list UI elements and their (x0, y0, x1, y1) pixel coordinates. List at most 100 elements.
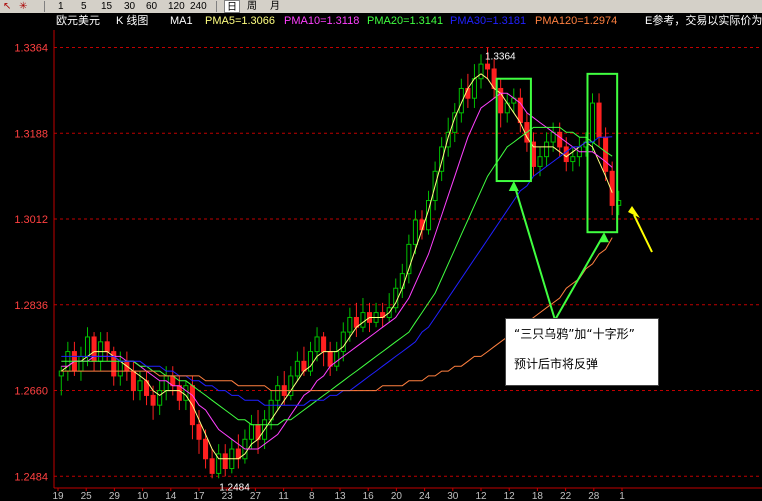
candle-body (412, 219, 418, 245)
high-price-label: 1.3364 (485, 52, 516, 63)
candle-body (360, 312, 366, 328)
x-tick-label: 29 (109, 491, 121, 501)
cursor-icon[interactable]: ↖ (3, 0, 11, 13)
pma120-value: PMA120=1.2974 (535, 15, 618, 27)
x-tick-label: 14 (165, 491, 177, 501)
x-tick-label: 11 (278, 491, 289, 501)
candle-body (307, 351, 314, 372)
candle-body (137, 380, 143, 392)
x-tick-label: 28 (588, 491, 600, 501)
candle-body (130, 370, 136, 392)
x-tick-label: 12 (475, 491, 487, 501)
x-tick-label: 18 (532, 491, 544, 501)
arrowhead-1 (508, 181, 519, 192)
candle-body (84, 336, 91, 357)
candle-body (347, 316, 353, 333)
pma5-value: PMA5=1.3066 (205, 15, 276, 27)
candle-body (327, 351, 333, 367)
symbol-label: 欧元美元 (56, 15, 100, 27)
indicator-bar: 欧元美元 K 线图 MA1 PMA5=1.3066 PMA10=1.3118 P… (54, 14, 762, 28)
candle-body (222, 453, 228, 470)
candle-body (176, 385, 182, 401)
candle-body (557, 131, 563, 148)
period-60[interactable]: 60 (146, 0, 157, 13)
crosshair-icon[interactable]: ✳ (19, 0, 27, 13)
period-15[interactable]: 15 (101, 0, 112, 13)
candlestick-chart: 1.3364 1.3188 1.3012 1.2836 1.2660 1.2484 19 25… (14, 30, 762, 501)
x-tick-label: 12 (504, 491, 516, 501)
y-tick-label: 1.3364 (14, 43, 48, 55)
yellow-arrow-line (633, 214, 653, 253)
candle-body (596, 102, 602, 138)
x-tick-label: 13 (334, 491, 346, 501)
x-tick-label: 1 (619, 491, 625, 501)
candle-body (163, 375, 169, 392)
x-tick-label: 16 (363, 491, 375, 501)
candle-body (203, 438, 209, 460)
candle-body (537, 156, 543, 167)
period-240[interactable]: 240 (190, 0, 207, 13)
annotation-line-2: 预计后市将反弹 (514, 357, 599, 371)
candle-body (570, 156, 576, 163)
candle-body (603, 136, 609, 172)
pattern-box-2 (586, 72, 619, 234)
chart-window: 1.3364 1.3188 1.3012 1.2836 1.2660 1.2484 19 25… (0, 0, 762, 501)
y-tick-label: 1.3012 (14, 214, 48, 226)
annotation-box: “三只乌鸦”加“十字形” 预计后市将反弹 (505, 318, 659, 386)
pma10-value: PMA10=1.3118 (284, 15, 360, 27)
x-tick-label: 27 (250, 491, 262, 501)
arrow-line-2 (554, 233, 605, 321)
candle-body (485, 63, 491, 70)
x-tick-label: 8 (309, 491, 315, 501)
toolbar: ↖ ✳ 1 5 15 30 60 120 240 日 周 月 (0, 0, 762, 13)
candle-body (157, 390, 163, 406)
candle-body (150, 394, 156, 406)
x-tick-label: 19 (52, 491, 64, 501)
x-tick-label: 22 (560, 491, 572, 501)
candle-body (275, 385, 281, 401)
candle-body (321, 336, 327, 353)
candle-body (294, 360, 300, 377)
candle-body (530, 141, 536, 167)
pma30-value: PMA30=1.3181 (450, 15, 527, 27)
chart-type-label: K 线图 (116, 15, 149, 27)
candle-body (478, 63, 484, 80)
period-120[interactable]: 120 (168, 0, 185, 13)
timeframe-month[interactable]: 月 (270, 0, 280, 13)
candle-body (340, 331, 346, 353)
y-tick-label: 1.2836 (14, 300, 48, 312)
ma-label: MA1 (170, 15, 193, 27)
x-tick-label: 20 (391, 491, 403, 501)
y-tick-label: 1.3188 (14, 128, 48, 140)
candle-body (544, 141, 550, 158)
timeframe-day[interactable]: 日 (224, 0, 240, 13)
x-tick-label: 10 (137, 491, 149, 501)
candle-body (399, 273, 405, 289)
timeframe-week[interactable]: 周 (247, 0, 257, 13)
x-tick-label: 24 (419, 491, 431, 501)
annotation-line-1: “三只乌鸦”加“十字形” (514, 327, 635, 341)
candle-body (78, 355, 84, 372)
x-tick-label: 30 (447, 491, 459, 501)
period-1[interactable]: 1 (58, 0, 64, 13)
candle-body (465, 87, 471, 99)
low-price-label: 1.2484 (219, 482, 250, 493)
arrowhead-2 (599, 232, 610, 243)
y-tick-label: 1.2484 (14, 471, 48, 483)
candle-body (563, 146, 569, 163)
x-tick-label: 17 (193, 491, 205, 501)
y-tick-label: 1.2660 (14, 386, 48, 398)
candle-body (104, 341, 110, 353)
arrow-line-1 (512, 182, 556, 321)
candle-body (117, 360, 123, 377)
pma20-value: PMA20=1.3141 (367, 15, 444, 27)
period-5[interactable]: 5 (81, 0, 87, 13)
candle-body (196, 424, 202, 440)
candle-body (334, 351, 340, 367)
period-30[interactable]: 30 (124, 0, 135, 13)
candle-body (589, 102, 596, 143)
candle-body (314, 336, 320, 353)
disclaimer-text: E参考，交易以实际价为准 (645, 15, 762, 27)
x-tick-label: 25 (81, 491, 93, 501)
candle-body (248, 424, 254, 440)
